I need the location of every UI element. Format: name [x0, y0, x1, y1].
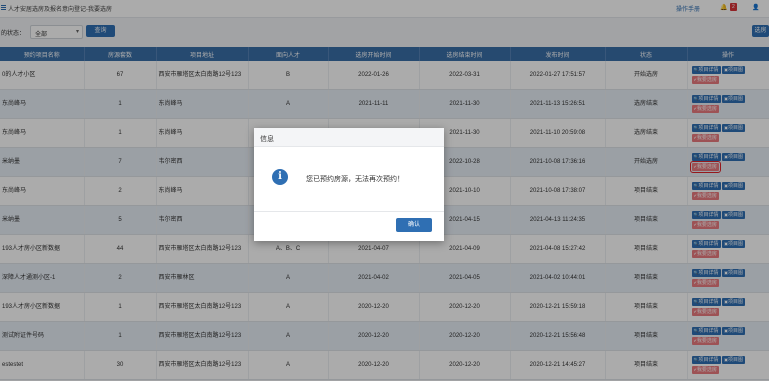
dialog-title: 信息	[260, 136, 274, 143]
info-dialog: 信息 i 您已预约房源，无法再次预约！ 确认	[254, 128, 444, 241]
info-icon: i	[272, 169, 288, 185]
confirm-button[interactable]: 确认	[396, 218, 432, 232]
dialog-header: 信息	[254, 128, 444, 147]
dialog-message: 您已预约房源，无法再次预约！	[306, 176, 404, 183]
dialog-divider	[254, 211, 444, 212]
